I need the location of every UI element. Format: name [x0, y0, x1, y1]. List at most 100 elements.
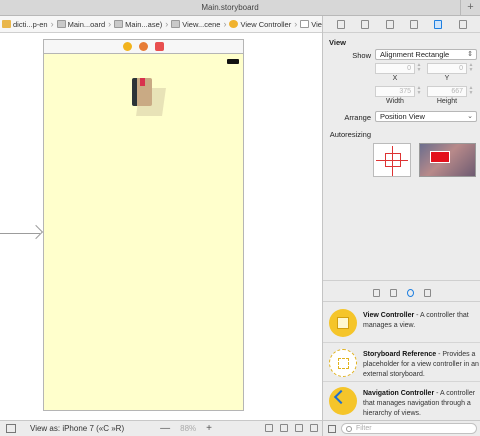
show-value: Alignment Rectangle [380, 50, 450, 59]
scene-dock[interactable] [43, 39, 244, 53]
attributes-inspector-icon[interactable] [410, 19, 419, 29]
arrange-popup[interactable]: Position View ⌄ [375, 111, 477, 122]
view-controller-scene[interactable] [43, 53, 244, 411]
identity-inspector-icon[interactable] [385, 19, 394, 29]
zoom-in-button[interactable]: + [206, 423, 212, 434]
folder-icon [2, 20, 11, 28]
bookmark-icon [140, 78, 145, 86]
stack-view-icon[interactable] [265, 424, 273, 432]
breadcrumb-label: Main...oard [67, 19, 106, 29]
arrange-value: Position View [380, 112, 425, 121]
exit-icon[interactable] [155, 42, 164, 51]
autoresizing-preview [419, 143, 476, 177]
view-icon [300, 20, 310, 28]
arrange-label: Arrange [344, 113, 371, 122]
scene-icon [171, 20, 181, 28]
x-caption: X [392, 75, 398, 82]
y-field[interactable]: 0 [427, 63, 467, 74]
quick-help-icon[interactable] [361, 19, 370, 29]
autoresizing-mask-editor[interactable] [373, 143, 411, 177]
breadcrumb-view[interactable]: View [300, 20, 322, 29]
align-icon[interactable] [280, 424, 288, 432]
file-template-icon[interactable] [373, 288, 380, 297]
view-controller-object-icon [329, 309, 357, 337]
x-stepper[interactable]: ▲ ▼ [416, 63, 422, 74]
width-stepper[interactable]: ▲ ▼ [416, 86, 422, 97]
code-snippet-icon[interactable] [390, 288, 397, 297]
breadcrumb-label: View...cene [182, 19, 221, 29]
width-field[interactable]: 375 [375, 86, 415, 97]
show-popup[interactable]: Alignment Rectangle ⇕ [375, 49, 477, 60]
view-controller-inner-icon [337, 317, 349, 329]
tab-main-storyboard[interactable]: Main.storyboard [0, 0, 460, 16]
breadcrumb-label: View [311, 19, 322, 29]
breadcrumb-project[interactable]: dicti...p-en [2, 20, 48, 29]
view-as-button[interactable]: View as: iPhone 7 («C »R) [30, 424, 124, 433]
x-field[interactable]: 0 [375, 63, 415, 74]
pin-icon[interactable] [295, 424, 303, 432]
autoresizing-inner-box [385, 153, 401, 167]
breadcrumb-scene[interactable]: View...cene [171, 20, 220, 29]
chevron-right-icon: › [50, 19, 54, 29]
tab-bar: Main.storyboard + [0, 0, 480, 16]
inspector-tabs [323, 16, 480, 33]
view-controller-icon[interactable] [123, 42, 132, 51]
library-item-view-controller[interactable]: View Controller - A controller that mana… [323, 305, 480, 343]
breadcrumb-label: dicti...p-en [13, 19, 48, 29]
y-stepper[interactable]: ▲ ▼ [468, 63, 474, 74]
library-item-text: View Controller - A controller that mana… [363, 311, 479, 331]
chevron-right-icon: › [108, 19, 112, 29]
storyboard-file-icon [114, 20, 124, 28]
resolve-issues-icon[interactable] [310, 424, 318, 432]
y-caption: Y [444, 75, 450, 82]
app-book-image[interactable] [130, 78, 166, 116]
connections-inspector-icon[interactable] [458, 19, 467, 29]
width-caption: Width [386, 98, 404, 105]
storyboard-file-icon [56, 20, 66, 28]
library-item-storyboard-reference[interactable]: Storyboard Reference - Provides a placeh… [323, 344, 480, 382]
storyboard-canvas[interactable] [0, 33, 322, 420]
updown-chevron-icon: ⇕ [467, 51, 473, 58]
layout-tools [265, 424, 318, 432]
arrow-head-icon [28, 224, 44, 240]
object-library-icon[interactable] [407, 288, 414, 297]
chevron-right-icon: › [294, 19, 298, 29]
height-field[interactable]: 667 [427, 86, 467, 97]
size-inspector-icon[interactable] [434, 19, 443, 29]
first-responder-icon[interactable] [139, 42, 148, 51]
breadcrumb-label: View Controller [240, 19, 292, 29]
filter-icon [346, 426, 352, 432]
breadcrumb-storyboard[interactable]: Main...oard [56, 19, 106, 29]
library-item-title: View Controller [363, 312, 415, 319]
library-item-title: Storyboard Reference [363, 351, 437, 358]
xcode-window: Main.storyboard + dicti...p-en › Main...… [0, 0, 480, 436]
chevron-left-icon [333, 389, 349, 405]
add-tab-button[interactable]: + [460, 0, 480, 16]
file-inspector-icon[interactable] [337, 19, 346, 29]
breadcrumb-view-controller[interactable]: View Controller [229, 20, 291, 29]
preview-view-rect [430, 151, 450, 163]
library-filter-bar: Filter [322, 420, 480, 436]
breadcrumb-storyboard-base[interactable]: Main...ase) [114, 20, 162, 29]
library-item-text: Storyboard Reference - Provides a placeh… [363, 350, 479, 380]
storyboard-reference-icon [329, 349, 357, 377]
library-tabs [323, 284, 480, 302]
breadcrumb-label: Main...ase) [125, 19, 163, 29]
zoom-out-button[interactable]: — [160, 423, 170, 434]
updown-chevron-icon: ⌄ [467, 113, 473, 120]
panel-divider [323, 280, 480, 281]
inspector-panel: View Show Alignment Rectangle ⇕ 0 ▲ ▼ 0 ▲… [322, 16, 480, 420]
autoresizing-label: Autoresizing [329, 130, 371, 139]
height-stepper[interactable]: ▲ ▼ [468, 86, 474, 97]
filter-input[interactable]: Filter [341, 423, 477, 434]
media-library-icon[interactable] [424, 288, 431, 297]
jump-bar: dicti...p-en › Main...oard › Main...ase)… [0, 16, 322, 33]
library-item-navigation-controller[interactable]: Navigation Controller - A controller tha… [323, 383, 480, 421]
chevron-right-icon: › [165, 19, 169, 29]
battery-icon [227, 59, 239, 64]
library-item-title: Navigation Controller [363, 390, 435, 397]
chevron-right-icon: › [223, 19, 227, 29]
document-outline-toggle-icon[interactable] [6, 424, 16, 433]
grid-view-icon[interactable] [328, 425, 336, 433]
zoom-level: 88% [180, 424, 197, 433]
